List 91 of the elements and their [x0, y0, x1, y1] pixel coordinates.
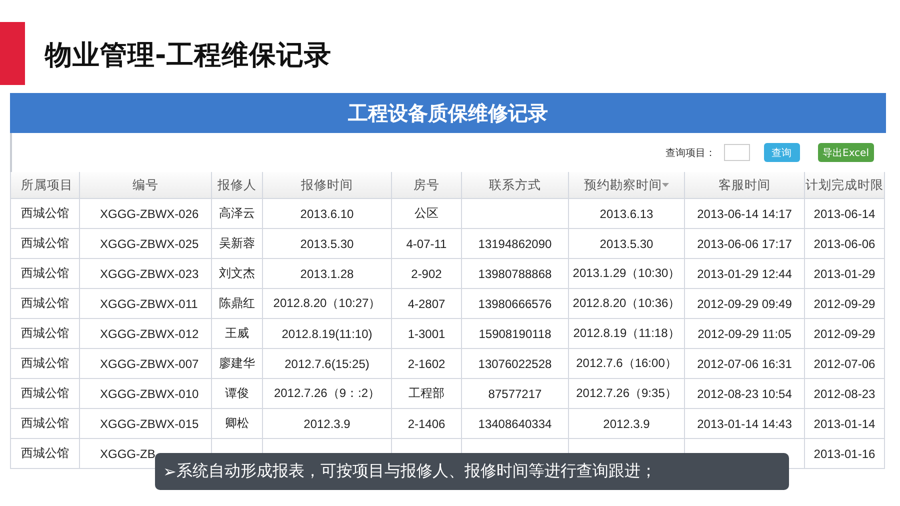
- table-cell: 15908190118: [478, 326, 552, 340]
- table-cell: 工程部: [408, 385, 444, 402]
- table-cell: XGGG-ZB: [100, 446, 156, 460]
- table-cell: 王威: [225, 325, 249, 342]
- table-cell: XGGG-ZBWX-011: [100, 296, 198, 310]
- table-cell: 西城公馆: [21, 265, 69, 282]
- table-cell: 2013-01-16: [814, 446, 876, 460]
- table-cell: 13980666576: [478, 296, 552, 310]
- table-cell: 87577217: [488, 386, 542, 400]
- table-cell: 西城公馆: [21, 415, 69, 432]
- table-cell: 2013-06-06 17:17: [697, 236, 792, 250]
- table-cell: 2012.7.6（16:00）: [576, 355, 677, 372]
- table-cell: XGGG-ZBWX-025: [100, 236, 199, 250]
- column-header[interactable]: 房号: [392, 172, 462, 199]
- table-cell: XGGG-ZBWX-015: [100, 416, 199, 430]
- bullet-icon: ➢: [163, 462, 176, 481]
- table-cell: 高泽云: [219, 205, 255, 222]
- table-cell: 2012-09-29 09:49: [697, 296, 792, 310]
- table-cell: XGGG-ZBWX-012: [100, 326, 199, 340]
- table-cell: 2013.6.10: [300, 206, 354, 220]
- table-cell: 吴新蓉: [219, 235, 255, 252]
- table-cell: 2-902: [411, 266, 442, 280]
- report-title: 工程设备质保维修记录: [348, 100, 548, 126]
- table-cell: XGGG-ZBWX-023: [100, 266, 199, 280]
- table-cell: XGGG-ZBWX-010: [100, 386, 199, 400]
- table-cell: 2012-09-29 11:05: [698, 326, 792, 340]
- table-cell: 13408640334: [478, 416, 552, 430]
- table-cell: 13076022528: [478, 356, 552, 370]
- table-cell: 2013.6.13: [600, 206, 654, 220]
- table-cell: 2013.5.30: [600, 236, 654, 250]
- column-header[interactable]: 预约勘察时间: [569, 172, 685, 199]
- column-header[interactable]: 报修人: [212, 172, 263, 199]
- table-cell: 2012-07-06 16:31: [697, 356, 792, 370]
- table-cell: 2012.8.19（11:18）: [573, 325, 680, 342]
- table-cell: 谭俊: [225, 385, 249, 402]
- table-cell: 西城公馆: [21, 385, 69, 402]
- table-cell: 西城公馆: [21, 445, 69, 462]
- table-cell: 2013-01-29: [814, 266, 876, 280]
- table-cell: 2012.8.20（10:36）: [572, 295, 680, 312]
- column-header[interactable]: 计划完成时限: [805, 172, 885, 199]
- table-cell: 2012-09-29: [814, 326, 876, 340]
- table-cell: 西城公馆: [21, 235, 69, 252]
- table-cell: 西城公馆: [21, 205, 69, 222]
- table-cell: 2013.1.29（10:30）: [572, 265, 680, 282]
- column-header[interactable]: 联系方式: [462, 172, 569, 199]
- column-header[interactable]: 客服时间: [685, 172, 805, 199]
- table-cell: 西城公馆: [21, 325, 69, 342]
- query-label: 查询项目：: [666, 146, 716, 160]
- table-cell: 2013-01-29 12:44: [697, 266, 792, 280]
- table-cell: 2013.5.30: [300, 236, 354, 250]
- table-cell: 2012-08-23: [814, 386, 876, 400]
- table-cell: 2013-01-14: [814, 416, 876, 430]
- table-cell: 1-3001: [408, 326, 446, 340]
- table-cell: 2012-07-06: [814, 356, 876, 370]
- table-cell: 2013-06-06: [814, 236, 876, 250]
- sort-caret-icon: [662, 183, 669, 187]
- table-cell: 2012-08-23 10:54: [697, 386, 792, 400]
- table-cell: XGGG-ZBWX-007: [100, 356, 199, 370]
- table-cell: 2012.7.26（9：:2）: [274, 385, 380, 402]
- table-cell: 2-1406: [408, 416, 446, 430]
- table-cell: 卿松: [225, 415, 249, 432]
- table-cell: XGGG-ZBWX-026: [100, 206, 199, 220]
- table-cell: 2012.8.19(11:10): [282, 326, 372, 340]
- table-cell: 2012-09-29: [814, 296, 876, 310]
- table-cell: 13980788868: [478, 266, 552, 280]
- table-cell: 公区: [414, 205, 438, 222]
- table-cell: 4-07-11: [406, 236, 447, 250]
- table-cell: 13194862090: [478, 236, 552, 250]
- table-cell: 陈鼎红: [219, 295, 255, 312]
- table-cell: 2012.7.6(15:25): [284, 356, 370, 370]
- slide-title: 物业管理-工程维保记录: [45, 39, 332, 73]
- query-field[interactable]: [724, 144, 750, 161]
- table-cell: 4-2807: [408, 296, 446, 310]
- callout-text: 系统自动形成报表，可按项目与报修人、报修时间等进行查询跟进；: [176, 461, 656, 482]
- table-cell: 2-1602: [408, 356, 446, 370]
- table-cell: 2012.3.9: [304, 416, 350, 430]
- table-cell: 2013-01-14 14:43: [697, 416, 792, 430]
- table-cell: 西城公馆: [21, 355, 69, 372]
- table-cell: 2012.8.20（10:27）: [273, 295, 381, 312]
- table-cell: 2013.1.28: [300, 266, 354, 280]
- table-cell: 2012.7.26（9:35）: [576, 385, 677, 402]
- column-header[interactable]: 报修时间: [263, 172, 392, 199]
- column-header[interactable]: 编号: [80, 172, 212, 199]
- table-cell: 西城公馆: [21, 295, 69, 312]
- table-cell: 刘文杰: [219, 265, 255, 282]
- table-cell: 2013-06-14 14:17: [697, 206, 792, 220]
- table-cell: 2012.3.9: [603, 416, 650, 430]
- table-cell: 廖建华: [219, 355, 255, 372]
- column-header[interactable]: 所属项目: [10, 172, 80, 199]
- accent-bar: [0, 22, 25, 85]
- table-cell: 2013-06-14: [814, 206, 876, 220]
